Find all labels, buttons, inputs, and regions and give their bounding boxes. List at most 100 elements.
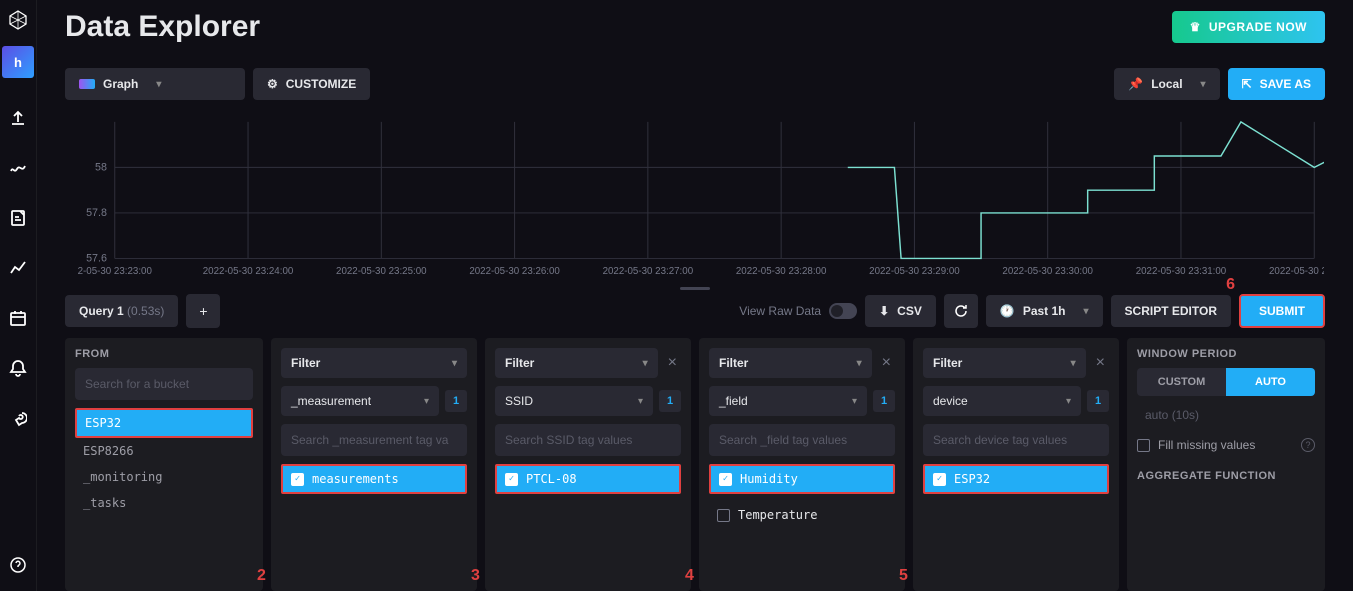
tag-count: 1 [445,390,467,412]
query-toolbar: Query 1 (0.53s) + View Raw Data ⬇ CSV 🕐 … [65,294,1325,328]
svg-text:2022-05-30 23:27:00: 2022-05-30 23:27:00 [603,266,694,277]
clock-icon: 🕐 [1000,304,1015,318]
svg-text:2022-05-30 23:31:00: 2022-05-30 23:31:00 [1136,266,1227,277]
filter-panel: Filter▾×device▾15✓ESP32 [913,338,1119,591]
filter-type-dropdown[interactable]: Filter▾ [923,348,1086,378]
raw-data-toggle[interactable] [829,303,857,319]
tag-value-item[interactable]: ✓Humidity [709,464,895,494]
upload-icon[interactable] [0,100,36,136]
filter-type-dropdown[interactable]: Filter▾ [495,348,658,378]
download-icon: ⬇ [879,304,889,318]
svg-text:58: 58 [95,161,107,173]
auto-period-value: auto (10s) [1137,404,1315,426]
bucket-list: ESP32ESP8266_monitoring_tasks [75,408,253,516]
settings-icon[interactable] [0,400,36,436]
tag-search-input[interactable] [495,424,681,456]
annotation-6: 6 [1226,276,1235,294]
window-period-toggle: CUSTOM AUTO [1137,368,1315,396]
tag-value-item[interactable]: ✓PTCL-08 [495,464,681,494]
tag-search-input[interactable] [709,424,895,456]
close-icon[interactable]: × [664,354,681,372]
alerts-icon[interactable] [0,350,36,386]
svg-text:2022-05-30 23:29:00: 2022-05-30 23:29:00 [869,266,960,277]
aggregate-function-label: AGGREGATE FUNCTION [1137,470,1315,482]
svg-text:2022-05-30 23:32:00: 2022-05-30 23:32:00 [1269,266,1324,277]
bucket-item[interactable]: _monitoring [75,464,253,490]
window-period-label: WINDOW PERIOD [1137,348,1315,360]
page-title: Data Explorer [65,10,260,44]
export-icon: ⇱ [1242,77,1252,91]
tag-count: 1 [659,390,681,412]
upgrade-button[interactable]: ♛ UPGRADE NOW [1172,11,1325,43]
filter-panel: Filter▾_measurement▾12✓measurements [271,338,477,591]
app-logo-icon[interactable] [6,8,30,32]
bucket-item[interactable]: _tasks [75,490,253,516]
close-icon[interactable]: × [878,354,895,372]
fill-missing-checkbox[interactable] [1137,439,1150,452]
gear-icon: ⚙ [267,77,278,91]
info-icon[interactable]: ? [1301,438,1315,452]
notebook-icon[interactable] [0,200,36,236]
fill-missing-row: Fill missing values ? [1137,434,1315,456]
filter-type-dropdown[interactable]: Filter▾ [281,348,467,378]
script-editor-button[interactable]: SCRIPT EDITOR [1111,295,1231,327]
custom-period-button[interactable]: CUSTOM [1137,368,1226,396]
csv-button[interactable]: ⬇ CSV [865,295,936,327]
svg-text:2-05-30 23:23:00: 2-05-30 23:23:00 [78,266,153,277]
save-as-button[interactable]: ⇱ SAVE AS [1228,68,1325,100]
crown-icon: ♛ [1190,20,1201,34]
svg-text:57.8: 57.8 [86,207,107,219]
org-avatar[interactable]: h [2,46,34,78]
bucket-search-input[interactable] [75,368,253,400]
svg-text:2022-05-30 23:30:00: 2022-05-30 23:30:00 [1002,266,1093,277]
query-tab[interactable]: Query 1 (0.53s) [65,295,178,327]
from-panel: 1 FROM ESP32ESP8266_monitoring_tasks [65,338,263,591]
svg-text:2022-05-30 23:26:00: 2022-05-30 23:26:00 [469,266,560,277]
svg-text:2022-05-30 23:28:00: 2022-05-30 23:28:00 [736,266,827,277]
customize-button[interactable]: ⚙ CUSTOMIZE [253,68,370,100]
explore-icon[interactable] [0,150,36,186]
timezone-dropdown[interactable]: 📌 Local [1114,68,1219,100]
tag-value-item[interactable]: ✓measurements [281,464,467,494]
tag-value-item[interactable]: ✓ESP32 [923,464,1109,494]
dashboards-icon[interactable] [0,250,36,286]
tag-key-dropdown[interactable]: device▾ [923,386,1081,416]
annotation-4: 4 [685,567,694,585]
schema-builder: 1 FROM ESP32ESP8266_monitoring_tasks Fil… [65,338,1325,591]
submit-button[interactable]: SUBMIT [1239,294,1325,328]
filter-panel: Filter▾×SSID▾13✓PTCL-08 [485,338,691,591]
left-sidebar: h [0,0,37,591]
refresh-button[interactable] [944,294,978,328]
auto-period-button[interactable]: AUTO [1226,368,1315,396]
bucket-item[interactable]: ESP8266 [75,438,253,464]
bucket-item[interactable]: ESP32 [75,408,253,438]
checkbox-icon: ✓ [505,473,518,486]
add-query-button[interactable]: + [186,294,220,328]
tasks-icon[interactable] [0,300,36,336]
svg-text:57.6: 57.6 [86,252,107,264]
tag-search-input[interactable] [923,424,1109,456]
tag-key-dropdown[interactable]: SSID▾ [495,386,653,416]
close-icon[interactable]: × [1092,354,1109,372]
help-icon[interactable] [0,547,36,583]
tag-value-item[interactable]: Temperature [709,502,895,528]
view-type-dropdown[interactable]: Graph [65,68,245,100]
tag-key-dropdown[interactable]: _measurement▾ [281,386,439,416]
tag-key-dropdown[interactable]: _field▾ [709,386,867,416]
resize-handle[interactable] [65,282,1325,294]
checkbox-icon: ✓ [933,473,946,486]
main-content: Data Explorer ♛ UPGRADE NOW Graph ⚙ CUST… [37,0,1353,591]
checkbox-icon [717,509,730,522]
graph-type-icon [79,79,95,89]
aggregate-panel: WINDOW PERIOD CUSTOM AUTO auto (10s) Fil… [1127,338,1325,591]
raw-data-toggle-group: View Raw Data [739,303,857,319]
time-range-dropdown[interactable]: 🕐 Past 1h [986,295,1103,327]
line-chart: 58 57.8 57.6 2-05-30 23:23:00 2022-05-30 23:… [66,113,1324,281]
svg-text:2022-05-30 23:24:00: 2022-05-30 23:24:00 [203,266,294,277]
filter-type-dropdown[interactable]: Filter▾ [709,348,872,378]
from-label: FROM [75,348,253,360]
tag-count: 1 [873,390,895,412]
annotation-5: 5 [899,567,908,585]
tag-search-input[interactable] [281,424,467,456]
chart-canvas: 58 57.8 57.6 2-05-30 23:23:00 2022-05-30 23:… [65,112,1325,282]
